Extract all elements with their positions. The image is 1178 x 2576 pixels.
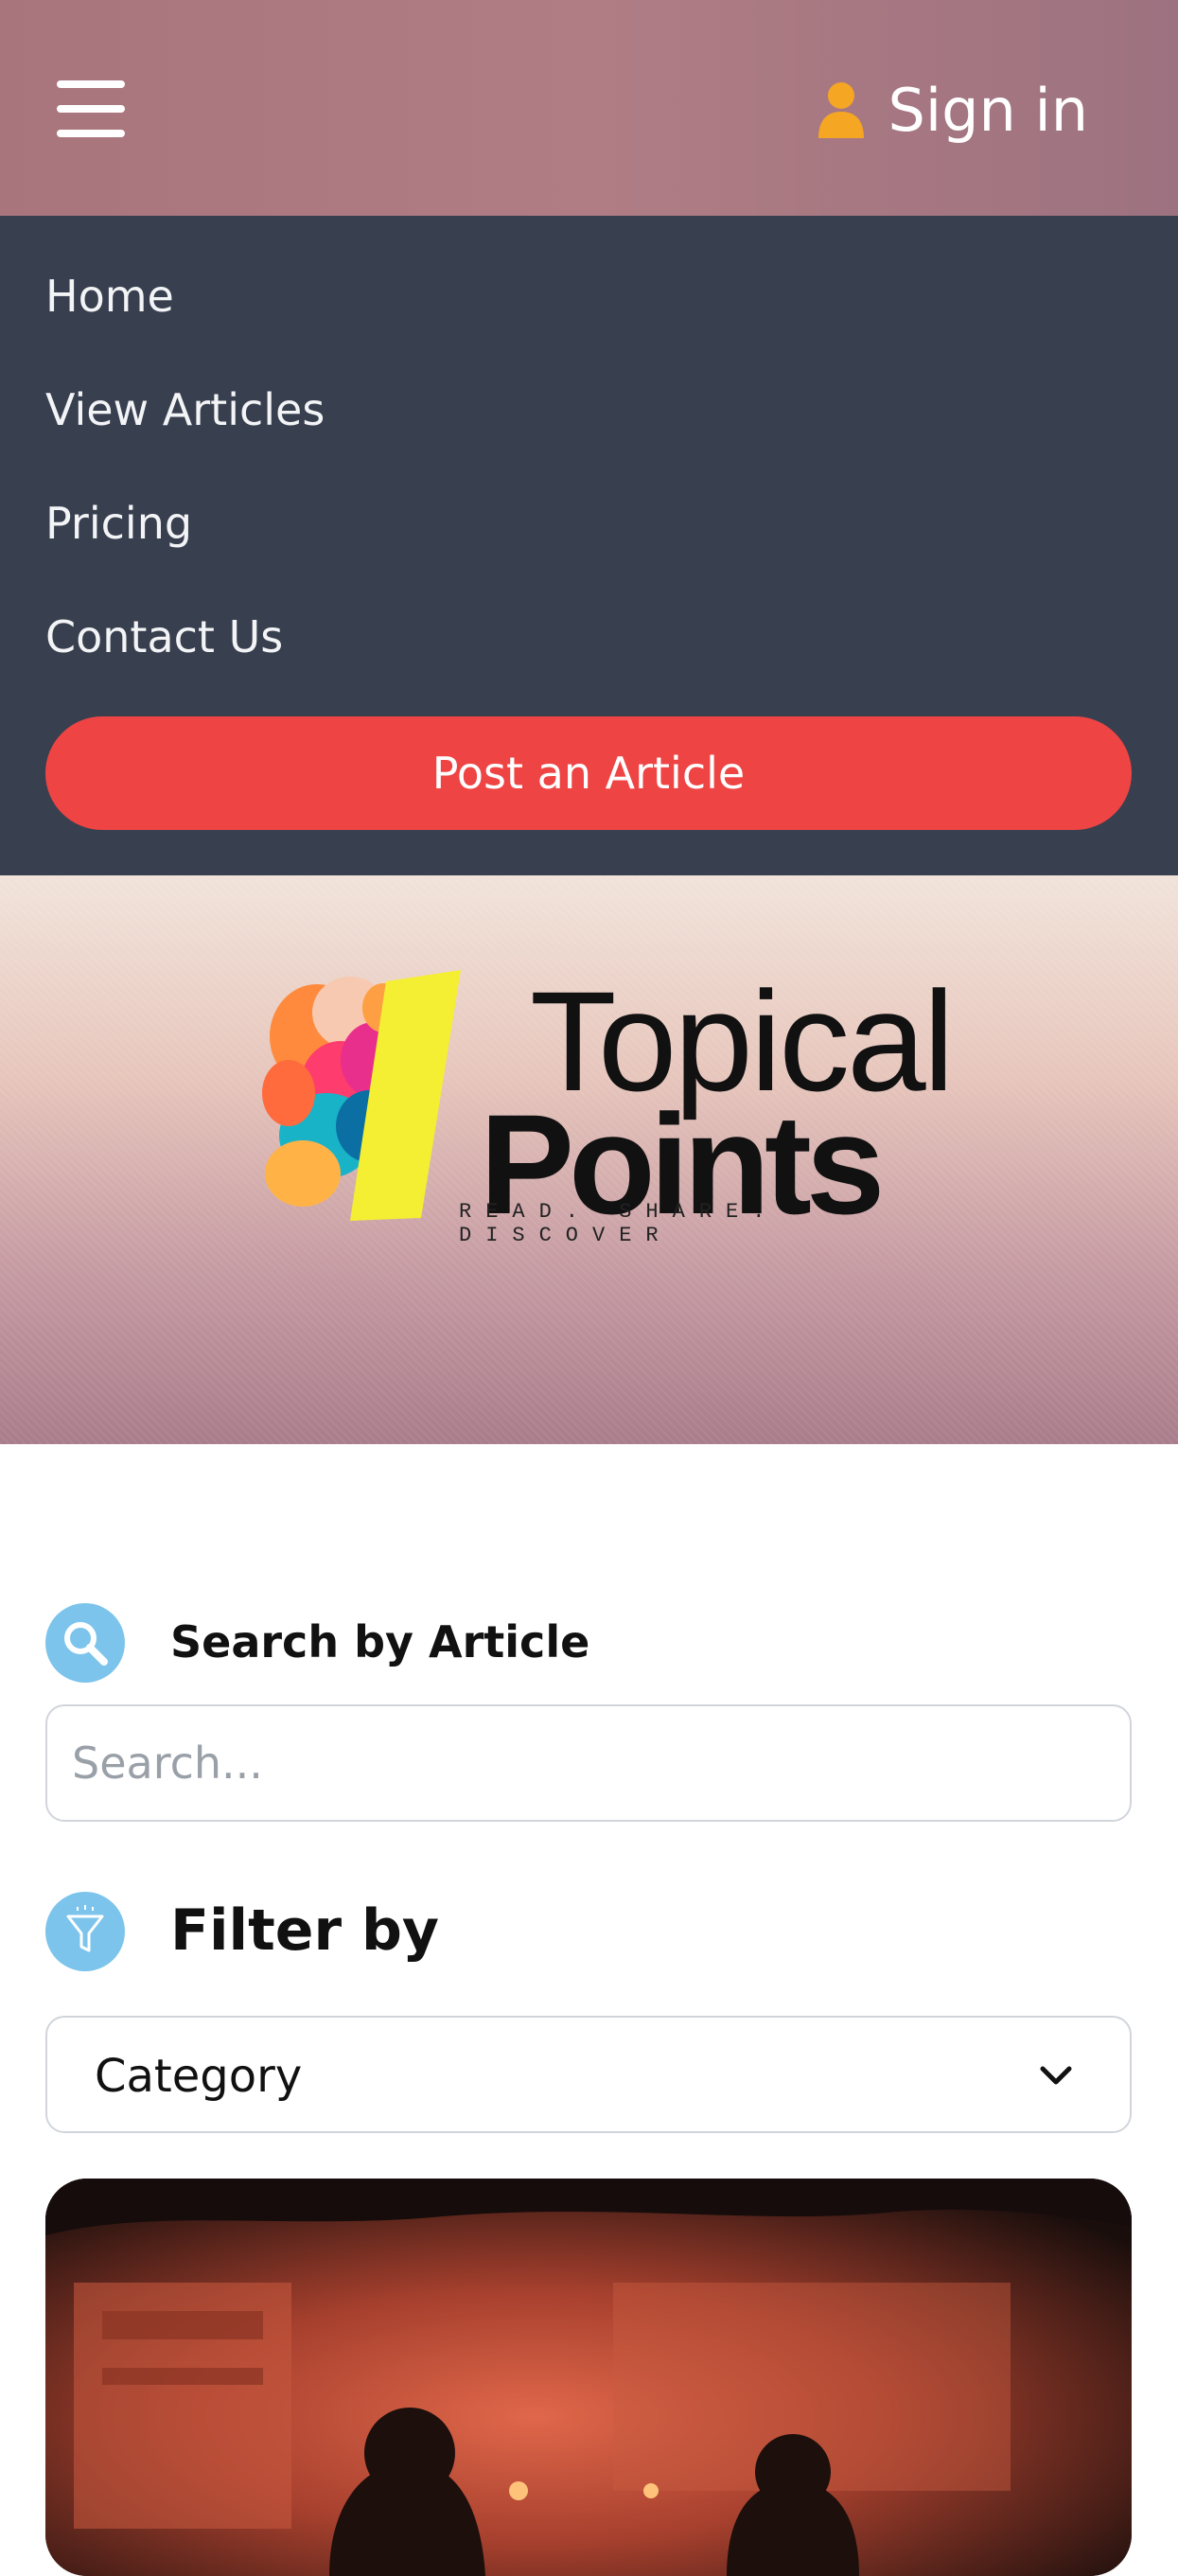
article-card[interactable] <box>45 2179 1132 2576</box>
hamburger-icon[interactable] <box>57 80 125 137</box>
category-selected-value: Category <box>95 2050 303 2103</box>
category-dropdown[interactable]: Category <box>45 2016 1132 2133</box>
top-header: Sign in <box>0 0 1178 216</box>
logo-paint-splash <box>262 970 461 1221</box>
sign-in-button[interactable]: Sign in <box>817 74 1088 146</box>
hamburger-bar <box>57 130 125 137</box>
filter-icon <box>45 1892 125 1971</box>
chevron-down-icon <box>1040 2066 1072 2085</box>
post-article-button[interactable]: Post an Article <box>45 716 1132 830</box>
nav-item-home[interactable]: Home <box>45 271 174 322</box>
sign-in-label: Sign in <box>888 75 1088 145</box>
article-card-image <box>45 2179 1132 2576</box>
hero-banner: Topical Points READ. SHARE. DISCOVER <box>0 875 1178 1444</box>
nav-item-view-articles[interactable]: View Articles <box>45 384 325 435</box>
topical-points-logo[interactable]: Topical Points READ. SHARE. DISCOVER <box>260 970 955 1247</box>
search-title: Search by Article <box>170 1616 590 1667</box>
nav-item-contact-us[interactable]: Contact Us <box>45 611 283 662</box>
user-icon <box>818 82 864 138</box>
nav-item-pricing[interactable]: Pricing <box>45 498 192 549</box>
filter-title: Filter by <box>170 1897 440 1964</box>
search-icon <box>45 1603 125 1683</box>
hamburger-bar <box>57 105 125 113</box>
search-input[interactable] <box>45 1704 1132 1822</box>
hamburger-bar <box>57 80 125 88</box>
nav-menu: Home View Articles Pricing Contact Us Po… <box>0 216 1178 875</box>
funnel-glyph <box>66 1905 104 1952</box>
magnifier-glyph <box>64 1622 108 1666</box>
logo-tagline: READ. SHARE. DISCOVER <box>459 1200 780 1247</box>
